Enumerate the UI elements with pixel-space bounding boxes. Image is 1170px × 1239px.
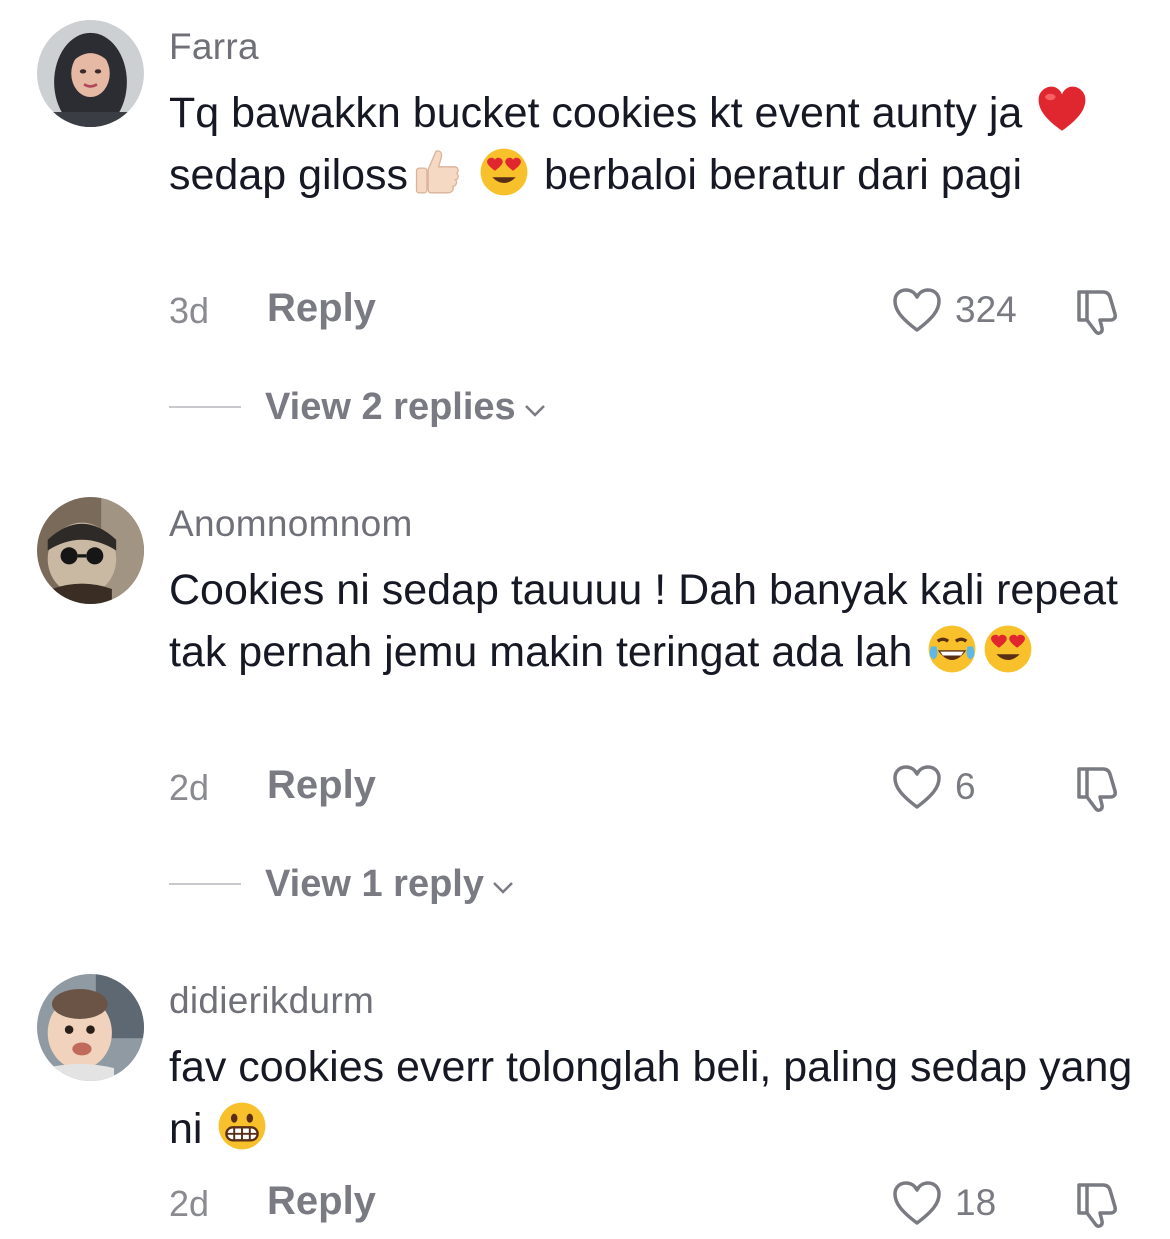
comment-text-part: berbaloi beratur dari pagi [532, 151, 1023, 199]
avatar[interactable] [37, 20, 144, 127]
view-replies-button[interactable]: View 2 replies [169, 382, 548, 432]
chevron-down-icon [493, 882, 513, 894]
comment-text-part: sedap giloss [169, 151, 409, 199]
comment-text-part: fav cookies everr tolonglah beli, paling… [169, 1043, 1133, 1153]
comment-username[interactable]: Anomnomnom [169, 503, 413, 545]
reply-button[interactable]: Reply [267, 763, 376, 808]
comment-text: fav cookies everr tolonglah beli, paling… [169, 1036, 1139, 1160]
grimacing-icon [216, 1100, 268, 1152]
thumbs-up-icon [410, 146, 462, 198]
like-button[interactable]: 6 [891, 757, 976, 817]
view-replies-label: View 1 reply [265, 862, 484, 905]
like-button[interactable]: 18 [891, 1173, 996, 1233]
heart-outline-icon [893, 765, 941, 809]
view-replies-button[interactable]: View 1 reply [169, 859, 516, 909]
comment-timestamp: 3d [169, 290, 210, 331]
like-button[interactable]: 324 [891, 280, 1017, 340]
replies-divider [169, 883, 241, 885]
comment-actions: 2d Reply 18 [169, 1173, 1129, 1233]
comment-timestamp: 2d [169, 1183, 210, 1224]
comment-actions: 2d Reply 6 [169, 757, 1129, 817]
heart-outline-icon [893, 1181, 941, 1225]
comment-username[interactable]: didierikdurm [169, 980, 374, 1022]
chevron-down-icon [524, 405, 545, 417]
comment-text: Cookies ni sedap tauuuu ! Dah banyak kal… [169, 559, 1139, 683]
comment-timestamp: 2d [169, 767, 210, 808]
heart-outline-icon [893, 288, 941, 332]
reply-button[interactable]: Reply [267, 286, 376, 331]
comment-text-part [464, 151, 476, 199]
comment-actions: 3d Reply 324 [169, 280, 1129, 340]
comment-text-part: Tq bawakkn bucket cookies kt event aunty… [169, 89, 1035, 137]
comment-text: Tq bawakkn bucket cookies kt event aunty… [169, 82, 1139, 206]
dislike-icon[interactable] [1069, 282, 1125, 338]
heart-eyes-icon [478, 146, 530, 198]
red-heart-icon [1036, 84, 1088, 136]
heart-eyes-icon [982, 623, 1034, 675]
like-count: 6 [955, 766, 976, 807]
like-count: 18 [955, 1182, 997, 1223]
dislike-icon[interactable] [1069, 759, 1125, 815]
tears-of-joy-icon [926, 623, 978, 675]
like-count: 324 [955, 289, 1017, 330]
avatar[interactable] [37, 974, 144, 1081]
view-replies-label: View 2 replies [265, 385, 516, 428]
dislike-icon[interactable] [1069, 1175, 1125, 1231]
comment-username[interactable]: Farra [169, 26, 259, 68]
avatar[interactable] [37, 497, 144, 604]
replies-divider [169, 406, 241, 408]
reply-button[interactable]: Reply [267, 1179, 376, 1224]
